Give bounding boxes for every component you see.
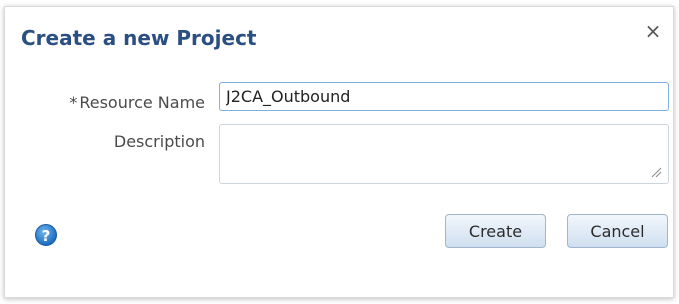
resource-name-input[interactable] [219, 82, 669, 111]
create-project-dialog: Create a new Project × *Resource Name De… [4, 6, 674, 298]
resize-grip-icon[interactable] [650, 166, 662, 178]
resource-name-label: * Resource Name [69, 93, 205, 112]
resource-name-label-text: Resource Name [79, 93, 205, 112]
close-icon[interactable]: × [643, 21, 663, 41]
description-label: Description [113, 132, 205, 151]
create-button[interactable]: Create [445, 214, 546, 248]
dialog-title: Create a new Project [21, 26, 257, 50]
description-textarea[interactable] [219, 124, 669, 184]
cancel-button[interactable]: Cancel [567, 214, 668, 248]
required-marker: * [69, 93, 78, 112]
help-icon[interactable]: ? [35, 224, 57, 246]
